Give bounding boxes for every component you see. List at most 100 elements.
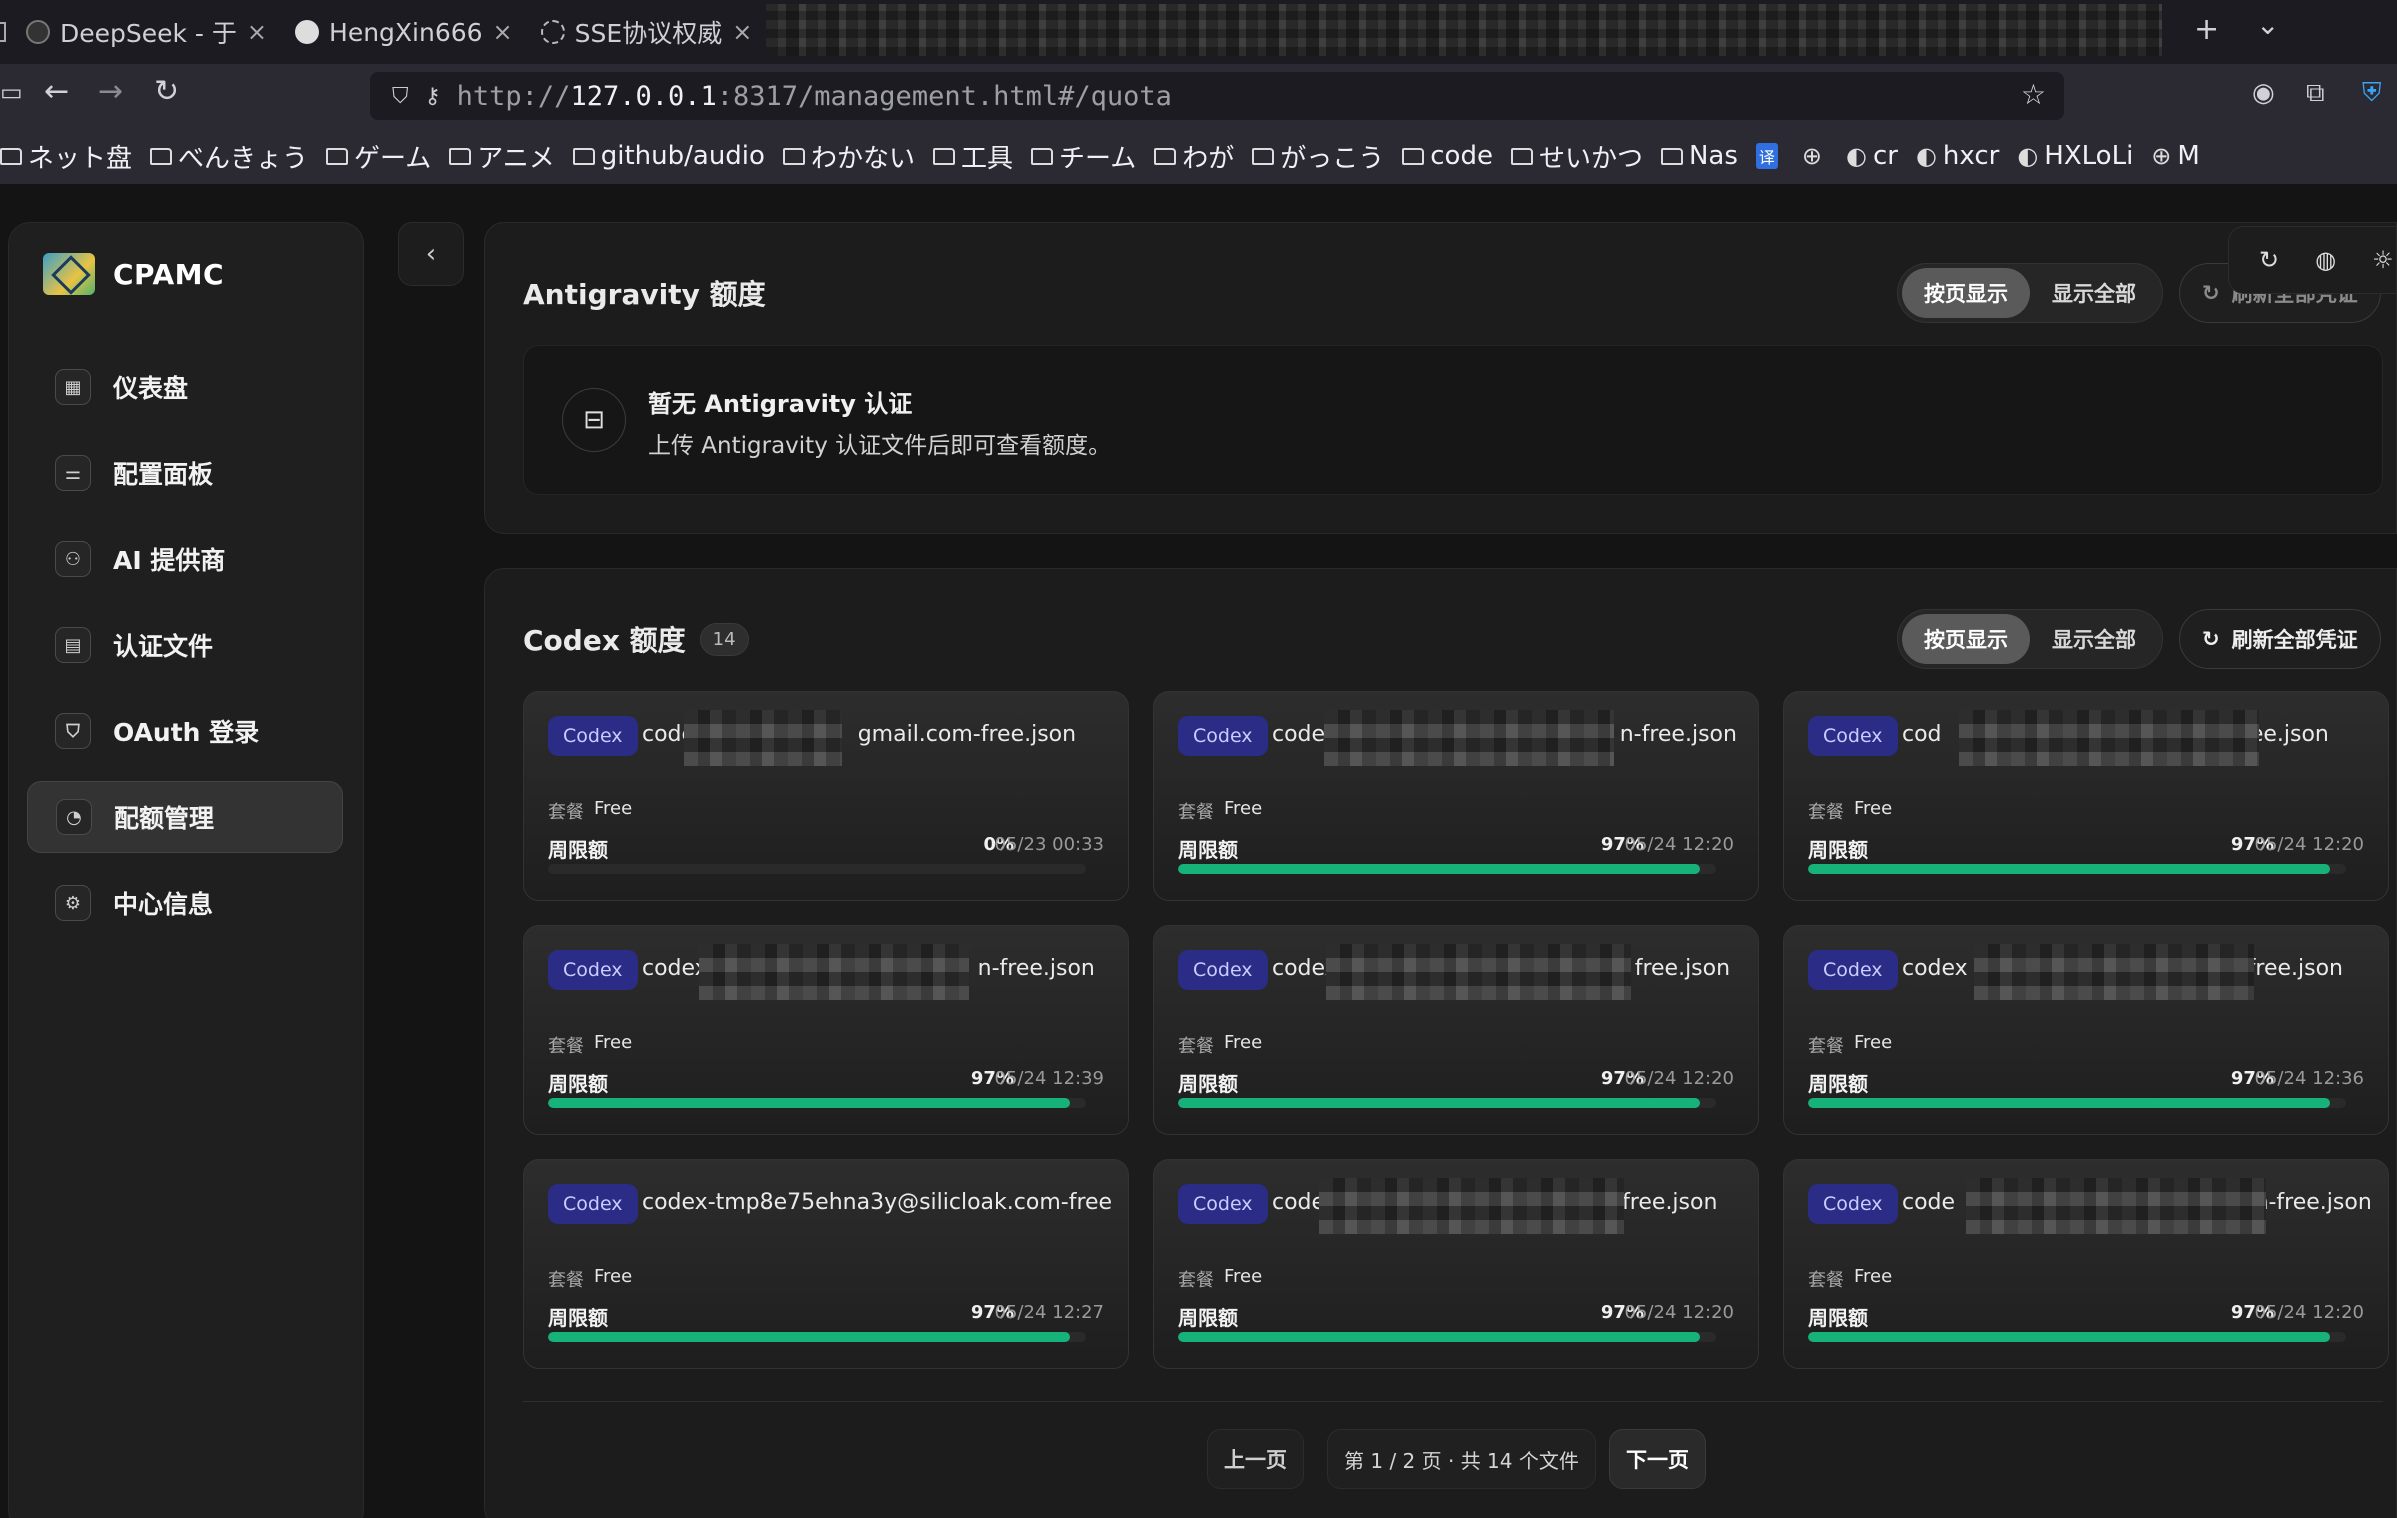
sidebar-item-1[interactable]: ⚌ 配置面板 (27, 437, 343, 509)
new-tab-button[interactable]: + (2194, 12, 2219, 47)
refresh-icon: ↻ (2202, 281, 2220, 305)
antigravity-title: Antigravity 额度 (523, 273, 766, 313)
browser-tab-github[interactable]: HengXin666 × (281, 8, 527, 56)
quota-card[interactable]: Codex codex-tmp8e75ehna3y@silicloak.com-f… (523, 1159, 1129, 1369)
bookmark-item[interactable]: せいかつ (1510, 138, 1643, 175)
sliders-icon: ⚌ (55, 455, 91, 491)
quota-progress-fill (1808, 864, 2330, 874)
close-icon[interactable]: × (732, 18, 752, 46)
plan-value: Free (594, 1032, 633, 1053)
bookmark-star-icon[interactable]: ☆ (2021, 78, 2046, 111)
extensions-icon[interactable]: ⧉ (2306, 78, 2325, 109)
show-all-option[interactable]: 显示全部 (2030, 614, 2158, 664)
sidebar-item-3[interactable]: ▤ 认证文件 (27, 609, 343, 681)
close-icon[interactable]: × (247, 18, 267, 46)
quota-card[interactable]: Codex codex free.json 套餐 Free 周限额 97% 05/24 12:… (1153, 925, 1759, 1135)
sidebar-item-5[interactable]: ◔ 配额管理 (27, 781, 343, 853)
sidebar-item-label: 仪表盘 (113, 374, 189, 403)
bookmark-item[interactable]: ネット盘 (0, 138, 132, 175)
quota-card[interactable]: Codex codex -free.json 套餐 Free 周限额 97% 05/24 12… (1783, 925, 2389, 1135)
bookmark-item[interactable]: github/audio (572, 141, 765, 171)
app-logo[interactable]: CPAMC (43, 253, 224, 295)
language-globe-icon[interactable]: ◍ (2315, 246, 2336, 274)
plan-value: Free (1854, 798, 1893, 819)
back-button[interactable]: ← (44, 74, 69, 109)
sidebar-toggle-icon[interactable] (0, 22, 6, 42)
bookmark-item[interactable]: わかない (782, 138, 915, 175)
extension-globe-icon[interactable]: ◉ (2252, 78, 2275, 108)
browser-tab-sse[interactable]: SSE协议权威 × (527, 8, 767, 56)
folder-icon (1030, 147, 1053, 165)
sidebar-item-0[interactable]: ▦ 仪表盘 (27, 351, 343, 423)
tab-list-button[interactable]: ⌄ (2256, 8, 2279, 41)
previous-page-button[interactable]: 上一页 (1207, 1429, 1304, 1489)
bookmark-label: github/audio (600, 141, 765, 171)
plan-label: 套餐 (1808, 802, 1844, 823)
paged-view-option[interactable]: 按页显示 (1902, 614, 2030, 664)
sidebar-item-label: OAuth 登录 (113, 718, 260, 747)
file-icon: ▤ (55, 627, 91, 663)
quota-progress-fill (1808, 1332, 2330, 1342)
theme-sun-icon[interactable]: ☼ (2372, 246, 2394, 274)
bookmark-item[interactable]: ⊕ (1802, 142, 1828, 170)
filename-end: gmail.com-free.json (857, 722, 1077, 747)
quota-card[interactable]: Codex code m-free.json 套餐 Free 周限额 97% 05/24 12… (1783, 1159, 2389, 1369)
quota-progress-bar (1808, 1098, 2346, 1108)
quota-progress-fill (1808, 1098, 2330, 1108)
reset-time: 05/23 00:33 (994, 834, 1104, 855)
bookmark-item[interactable]: ◐ HXLoLi (2017, 141, 2133, 171)
show-all-option[interactable]: 显示全部 (2030, 268, 2158, 318)
reload-button[interactable]: ↻ (154, 74, 179, 109)
site-icon: ◐ (1915, 142, 1937, 170)
sidebar-item-2[interactable]: ⚇ AI 提供商 (27, 523, 343, 595)
bookmark-label: M (2177, 141, 2200, 171)
plan-label: 套餐 (1178, 802, 1214, 823)
floating-toolbar: ↻ ◍ ☼ (2228, 226, 2397, 294)
bookmark-item[interactable]: code (1402, 141, 1493, 171)
quota-card[interactable]: Codex cod free.json 套餐 Free 周限额 97% 05/24 12:20 (1783, 691, 2389, 901)
quota-card[interactable]: Codex codex-n-free.json 套餐 Free 周限额 97% 05/24 … (523, 925, 1129, 1135)
refresh-all-credentials-button[interactable]: ↻ 刷新全部凭证 (2179, 609, 2381, 669)
bookmark-item[interactable]: Nas (1660, 141, 1738, 171)
provider-badge: Codex (548, 1184, 638, 1224)
bookmark-item[interactable]: アニメ (449, 138, 555, 175)
bookmark-item[interactable]: 工具 (932, 138, 1013, 175)
dashboard-icon: ▦ (55, 369, 91, 405)
next-page-button[interactable]: 下一页 (1609, 1429, 1706, 1489)
redacted-filename-mask (684, 710, 842, 766)
sidebar-item-6[interactable]: ⚙ 中心信息 (27, 867, 343, 939)
browser-tab-deepseek[interactable]: DeepSeek - 于 × (12, 8, 281, 56)
bookmark-item[interactable]: べんきょう (150, 138, 308, 175)
plan-value: Free (594, 798, 633, 819)
refresh-icon[interactable]: ↻ (2259, 246, 2279, 274)
filename-end: n-free.json (977, 956, 1095, 981)
bookmark-item[interactable]: ⊕ M (2151, 141, 2200, 171)
address-bar[interactable]: ⛉ ⚷ http://127.0.0.1:8317/management.htm… (370, 72, 2064, 120)
filename-end: n-free.json (1619, 722, 1737, 747)
app-name: CPAMC (113, 257, 225, 291)
bookmark-item[interactable]: ◐ cr (1846, 141, 1898, 171)
folder-icon (1660, 147, 1683, 165)
bookmark-item[interactable]: チーム (1030, 138, 1136, 175)
tab-title: DeepSeek - 于 (60, 19, 237, 48)
quota-card[interactable]: Codex code free.json 套餐 Free 周限额 97% 05/24 12:2… (1153, 1159, 1759, 1369)
forward-button[interactable]: → (98, 74, 123, 109)
folder-icon (1252, 147, 1275, 165)
bookmark-item[interactable]: わが (1154, 138, 1234, 175)
bookmark-item[interactable]: 译 (1755, 143, 1784, 169)
folder-icon (0, 147, 22, 165)
bookmark-item[interactable]: がっこう (1252, 138, 1384, 175)
quota-card[interactable]: Codex codex gmail.com-free.json 套餐 Free 周限额 0%… (523, 691, 1129, 901)
weekly-limit-label: 周限额 (548, 1306, 608, 1330)
reset-time: 05/24 12:20 (1624, 1302, 1734, 1323)
bookmark-item[interactable]: ◐ hxcr (1916, 141, 1999, 171)
close-icon[interactable]: × (493, 18, 513, 46)
quota-card[interactable]: Codex codex n-free.json 套餐 Free 周限额 97% 05/24 1… (1153, 691, 1759, 901)
plan-label: 套餐 (548, 1270, 584, 1291)
bookmark-item[interactable]: ゲーム (326, 138, 431, 175)
vpn-shield-icon[interactable]: ⛨ (2362, 78, 2382, 109)
window-icon[interactable]: ▭ (0, 78, 23, 106)
paged-view-option[interactable]: 按页显示 (1902, 268, 2030, 318)
sidebar-item-4[interactable]: ⛉ OAuth 登录 (27, 695, 343, 767)
collapse-sidebar-button[interactable]: ‹ (398, 222, 464, 286)
